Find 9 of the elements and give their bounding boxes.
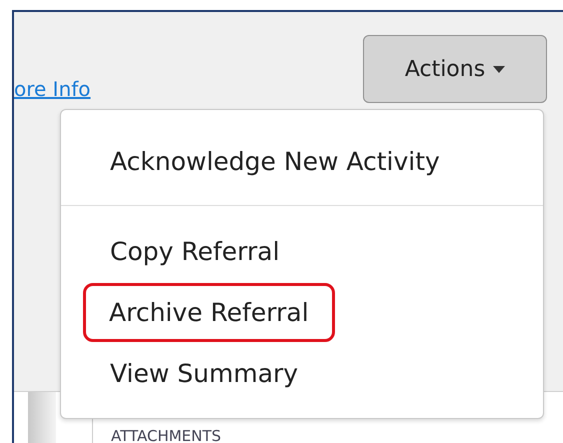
section-heading: ATTACHMENTS [111, 428, 222, 443]
actions-button[interactable]: Actions [363, 35, 547, 103]
menu-item[interactable]: View Summary [86, 344, 322, 403]
menu-item[interactable]: Archive Referral [83, 283, 335, 342]
more-info-link[interactable]: ore Info [14, 77, 91, 101]
caret-icon [493, 66, 506, 72]
menu-item[interactable]: Acknowledge New Activity [86, 132, 464, 191]
menu-item[interactable]: Copy Referral [86, 222, 304, 281]
side-panel-edge [28, 392, 56, 443]
